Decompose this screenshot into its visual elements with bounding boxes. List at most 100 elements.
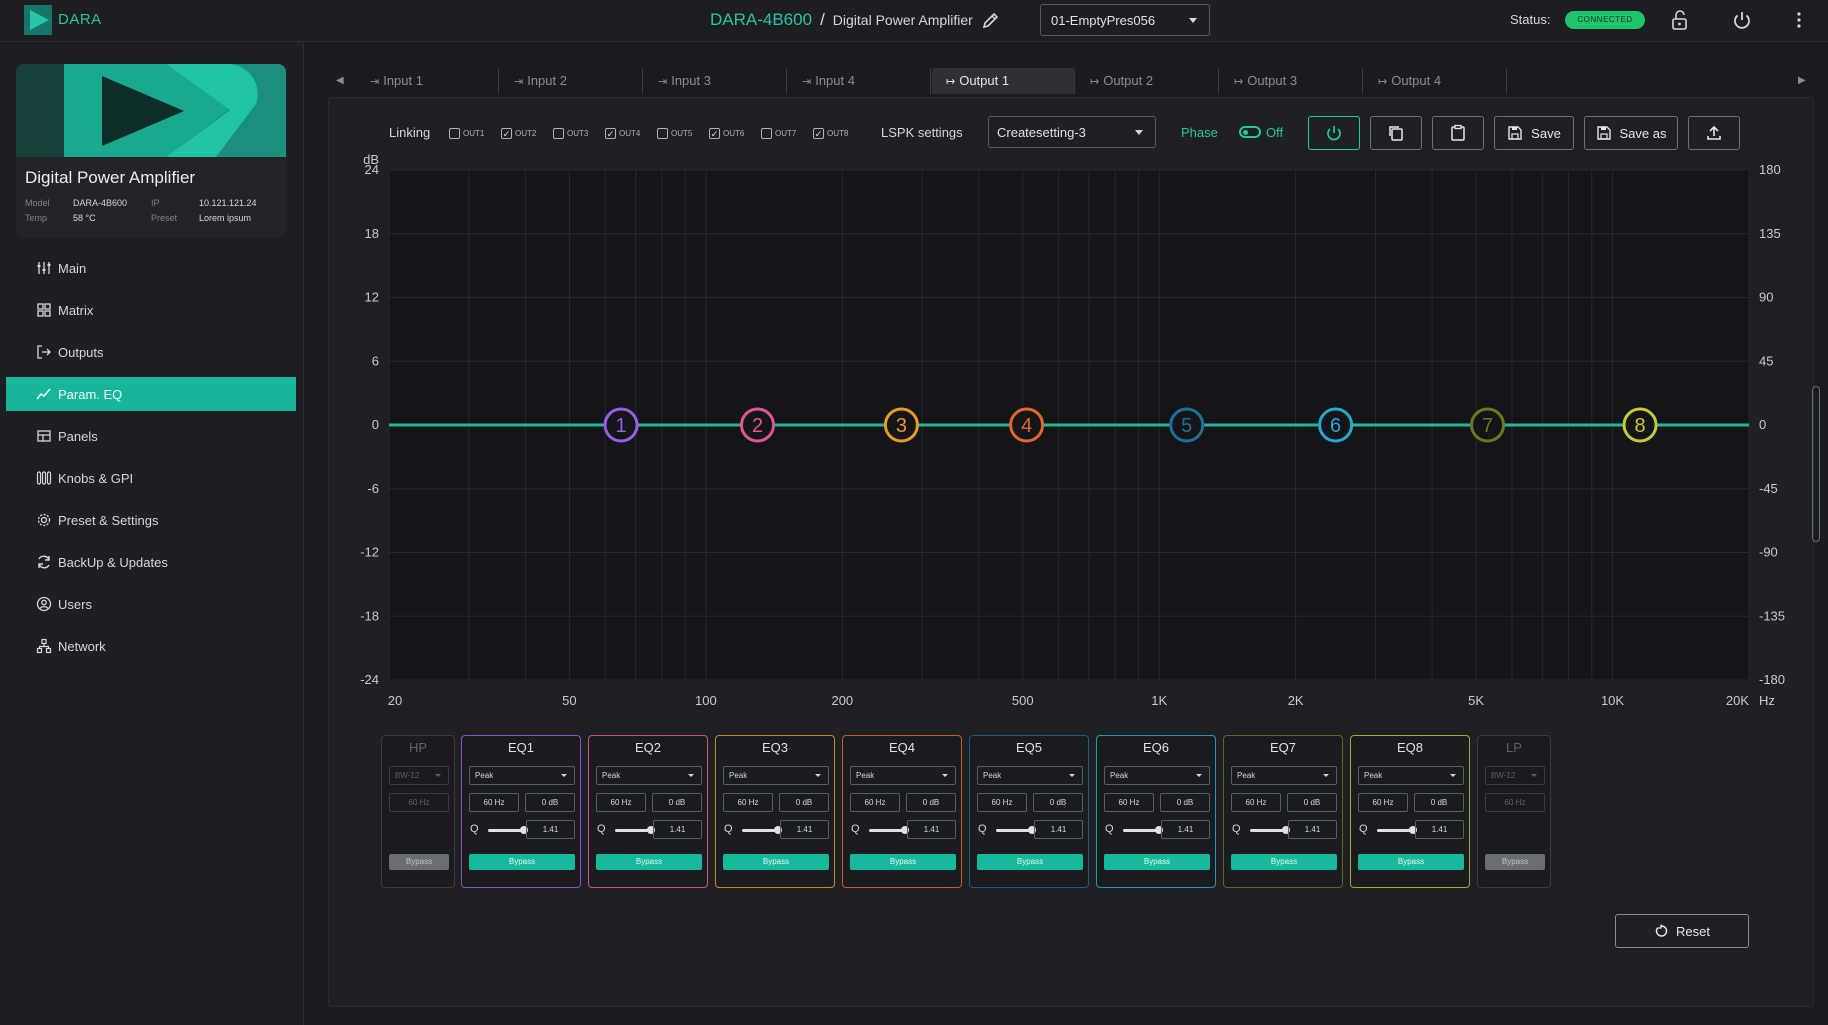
band-gain-field[interactable]: 0 dB [906, 793, 956, 812]
copy-button[interactable] [1370, 116, 1422, 150]
pencil-icon[interactable] [981, 10, 1001, 30]
band-q-slider[interactable] [869, 826, 909, 834]
band-gain-field[interactable]: 0 dB [525, 793, 575, 812]
band-freq-field[interactable]: 60 Hz [389, 793, 449, 812]
tab-output-3[interactable]: ↦ Output 3 [1220, 68, 1363, 94]
band-freq-field[interactable]: 60 Hz [469, 793, 519, 812]
band-gain-field[interactable]: 0 dB [1414, 793, 1464, 812]
band-q-field[interactable]: 1.41 [780, 820, 829, 839]
band-type-select[interactable]: Peak [723, 766, 829, 785]
band-gain-field[interactable]: 0 dB [652, 793, 702, 812]
eq-enable-button[interactable] [1308, 116, 1360, 150]
sidebar-item-network[interactable]: Network [6, 629, 296, 663]
band-gain-field[interactable]: 0 dB [1033, 793, 1083, 812]
band-q-slider[interactable] [1250, 826, 1290, 834]
band-freq-field[interactable]: 60 Hz [1104, 793, 1154, 812]
tabs-scroll-right-icon[interactable]: ▶ [1798, 75, 1806, 86]
sidebar-item-knobs-gpi[interactable]: Knobs & GPI [6, 461, 296, 495]
band-q-field[interactable]: 1.41 [1415, 820, 1464, 839]
band-gain-field[interactable]: 0 dB [1287, 793, 1337, 812]
tabs-scroll-left-icon[interactable]: ◀ [336, 75, 344, 86]
lspk-settings-select[interactable]: Createsetting-3 [988, 116, 1156, 148]
eq-response-graph[interactable]: 24 18018 13512 906 450 0-6 -45-12 -90-18 -135-24… [329, 150, 1815, 710]
unlock-icon[interactable] [1669, 9, 1691, 31]
band-q-field[interactable]: 1.41 [1288, 820, 1337, 839]
band-freq-field[interactable]: 60 Hz [1485, 793, 1545, 812]
sidebar-item-outputs[interactable]: Outputs [6, 335, 296, 369]
sidebar-item-preset-settings[interactable]: Preset & Settings [6, 503, 296, 537]
band-type-select[interactable]: Peak [1231, 766, 1337, 785]
sidebar-item-panels[interactable]: Panels [6, 419, 296, 453]
band-bypass-button[interactable]: Bypass [1358, 854, 1464, 870]
link-out6-checkbox[interactable]: ✓ OUT6 [709, 128, 744, 139]
band-type-select[interactable]: Peak [977, 766, 1083, 785]
sidebar-item-matrix[interactable]: Matrix [6, 293, 296, 327]
band-gain-field[interactable]: 0 dB [779, 793, 829, 812]
band-freq-field[interactable]: 60 Hz [596, 793, 646, 812]
band-type-select[interactable]: BW-12 [389, 766, 449, 785]
tab-output-2[interactable]: ↦ Output 2 [1076, 68, 1219, 94]
band-bypass-button[interactable]: Bypass [1104, 854, 1210, 870]
band-q-field[interactable]: 1.41 [526, 820, 575, 839]
output-icon: ↦ [1378, 76, 1388, 88]
band-bypass-button[interactable]: Bypass [850, 854, 956, 870]
tab-output-4[interactable]: ↦ Output 4 [1364, 68, 1507, 94]
band-freq-field[interactable]: 60 Hz [850, 793, 900, 812]
band-q-slider[interactable] [996, 826, 1036, 834]
band-type-select[interactable]: BW-12 [1485, 766, 1545, 785]
tab-input-4[interactable]: ⇥ Input 4 [788, 68, 931, 94]
band-bypass-button[interactable]: Bypass [977, 854, 1083, 870]
paste-button[interactable] [1432, 116, 1484, 150]
band-bypass-button[interactable]: Bypass [723, 854, 829, 870]
save-button[interactable]: Save [1494, 116, 1574, 150]
link-out1-checkbox[interactable]: OUT1 [449, 128, 484, 139]
band-q-field[interactable]: 1.41 [907, 820, 956, 839]
band-q-slider[interactable] [742, 826, 782, 834]
band-type-select[interactable]: Peak [850, 766, 956, 785]
band-bypass-button[interactable]: Bypass [469, 854, 575, 870]
preset-select[interactable]: 01-EmptyPres056 [1040, 4, 1210, 36]
band-q-slider[interactable] [615, 826, 655, 834]
export-button[interactable] [1688, 116, 1740, 150]
sidebar-item-main[interactable]: Main [6, 251, 296, 285]
band-q-field[interactable]: 1.41 [1161, 820, 1210, 839]
band-q-slider[interactable] [1123, 826, 1163, 834]
sidebar-item-backup-updates[interactable]: BackUp & Updates [6, 545, 296, 579]
band-bypass-button[interactable]: Bypass [596, 854, 702, 870]
tab-output-1[interactable]: ↦ Output 1 [932, 68, 1075, 94]
band-freq-field[interactable]: 60 Hz [1358, 793, 1408, 812]
page-scrollbar[interactable] [1812, 386, 1820, 542]
device-name[interactable]: DARA-4B600 [710, 10, 812, 30]
link-out8-checkbox[interactable]: ✓ OUT8 [813, 128, 848, 139]
tab-input-3[interactable]: ⇥ Input 3 [644, 68, 787, 94]
band-type-select[interactable]: Peak [596, 766, 702, 785]
more-vertical-icon[interactable] [1788, 9, 1810, 31]
link-out4-checkbox[interactable]: ✓ OUT4 [605, 128, 640, 139]
link-out2-checkbox[interactable]: ✓ OUT2 [501, 128, 536, 139]
band-freq-field[interactable]: 60 Hz [1231, 793, 1281, 812]
tab-input-1[interactable]: ⇥ Input 1 [356, 68, 499, 94]
band-bypass-button[interactable]: Bypass [389, 854, 449, 870]
save-as-button[interactable]: Save as [1584, 116, 1678, 150]
band-q-slider[interactable] [488, 826, 528, 834]
band-freq-field[interactable]: 60 Hz [977, 793, 1027, 812]
band-freq-field[interactable]: 60 Hz [723, 793, 773, 812]
power-icon[interactable] [1731, 9, 1753, 31]
band-bypass-button[interactable]: Bypass [1485, 854, 1545, 870]
link-out3-checkbox[interactable]: OUT3 [553, 128, 588, 139]
band-gain-field[interactable]: 0 dB [1160, 793, 1210, 812]
link-out5-checkbox[interactable]: OUT5 [657, 128, 692, 139]
band-bypass-button[interactable]: Bypass [1231, 854, 1337, 870]
phase-toggle[interactable] [1239, 126, 1261, 138]
sidebar-item-param-eq[interactable]: Param. EQ [6, 377, 296, 411]
band-type-select[interactable]: Peak [469, 766, 575, 785]
sidebar-item-users[interactable]: Users [6, 587, 296, 621]
band-type-select[interactable]: Peak [1358, 766, 1464, 785]
band-q-field[interactable]: 1.41 [653, 820, 702, 839]
tab-input-2[interactable]: ⇥ Input 2 [500, 68, 643, 94]
link-out7-checkbox[interactable]: OUT7 [761, 128, 796, 139]
band-type-select[interactable]: Peak [1104, 766, 1210, 785]
band-q-slider[interactable] [1377, 826, 1417, 834]
reset-button[interactable]: Reset [1615, 914, 1749, 948]
band-q-field[interactable]: 1.41 [1034, 820, 1083, 839]
